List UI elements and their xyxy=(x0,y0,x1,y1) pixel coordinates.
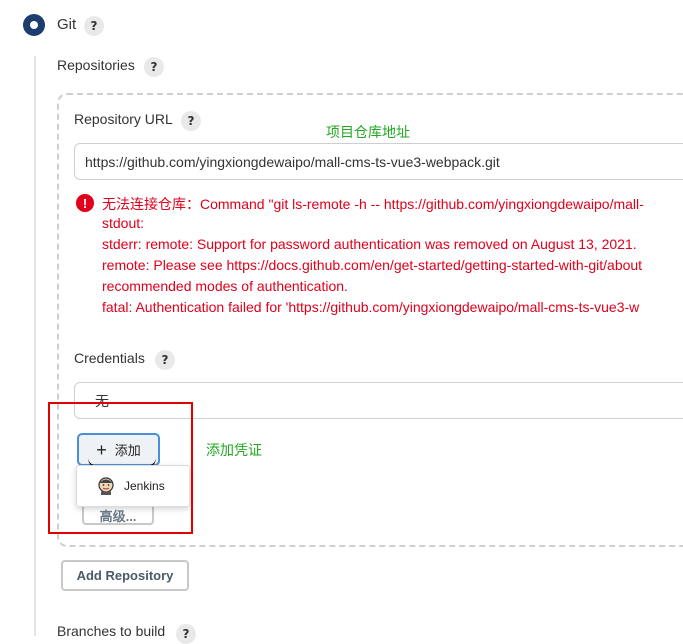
git-radio[interactable] xyxy=(23,14,45,36)
git-help-icon[interactable]: ? xyxy=(84,16,104,36)
repository-url-label: Repository URL xyxy=(74,111,173,127)
branches-label: Branches to build xyxy=(57,623,166,639)
error-line-5: recommended modes of authentication. xyxy=(102,278,348,294)
error-line-6: fatal: Authentication failed for 'https:… xyxy=(102,299,640,315)
error-line-4: remote: Please see https://docs.github.c… xyxy=(102,257,643,273)
section-indent-line xyxy=(34,56,36,636)
radio-dot xyxy=(30,21,38,29)
branches-help-icon[interactable]: ? xyxy=(176,624,196,644)
repository-url-annotation: 项目仓库地址 xyxy=(326,124,410,140)
git-label: Git xyxy=(57,16,77,33)
error-line-3: stderr: remote: Support for password aut… xyxy=(102,236,637,252)
error-icon: ! xyxy=(76,194,94,212)
credentials-label: Credentials xyxy=(74,350,145,366)
credentials-help-icon[interactable]: ? xyxy=(155,350,175,370)
error-line-1: 无法连接仓库：Command "git ls-remote -h -- http… xyxy=(102,196,644,212)
add-repository-button[interactable]: Add Repository xyxy=(61,560,189,591)
repository-url-help-icon[interactable]: ? xyxy=(181,111,201,131)
credentials-annotation: 添加凭证 xyxy=(206,442,262,458)
repositories-label: Repositories xyxy=(57,57,135,73)
highlight-box xyxy=(48,402,193,534)
error-line-2: stdout: xyxy=(102,215,145,231)
repositories-help-icon[interactable]: ? xyxy=(144,57,164,77)
repository-url-input[interactable]: https://github.com/yingxiongdewaipo/mall… xyxy=(74,143,683,180)
